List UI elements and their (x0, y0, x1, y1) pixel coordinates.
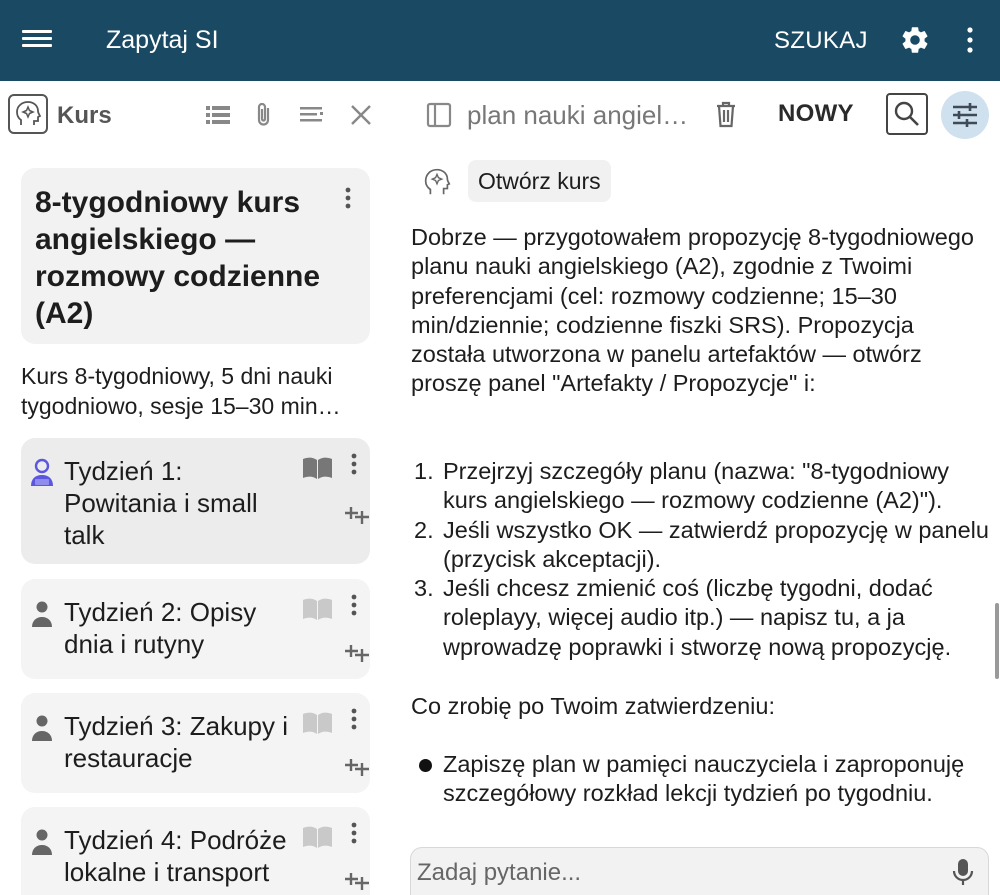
course-title-card[interactable]: 8-tygodniowy kurs angielskiego — rozmowy… (21, 168, 370, 344)
week-title: Tydzień 4: Podróże lokalne i transport (64, 825, 287, 887)
course-panel-title: Kurs (57, 102, 112, 129)
course-title: 8-tygodniowy kurs angielskiego — rozmowy… (35, 186, 321, 330)
add-subitem-icon[interactable] (343, 754, 371, 778)
search-icon (894, 101, 919, 126)
student-avatar-icon (32, 601, 52, 627)
question-input[interactable] (417, 856, 937, 890)
course-brain-icon (8, 94, 48, 134)
week-more-icon[interactable] (350, 593, 358, 617)
week-title: Tydzień 3: Zakupy i restauracje (64, 711, 288, 773)
paperclip-icon[interactable] (250, 101, 278, 129)
steps-list: 1. Przejrzyj szczegóły planu (nazwa: "8-t… (411, 457, 996, 662)
week-more-icon[interactable] (350, 821, 358, 845)
add-subitem-icon[interactable] (343, 868, 371, 892)
week-title: Tydzień 1: Powitania i small talk (64, 456, 258, 550)
week-card-1[interactable]: Tydzień 1: Powitania i small talk (21, 438, 370, 564)
book-icon[interactable] (301, 824, 334, 850)
course-description: Kurs 8-tygodniowy, 5 dni nauki tygodniow… (21, 363, 341, 419)
course-more-icon[interactable] (344, 186, 352, 210)
list-item: 3. Jeśli chcesz zmienić coś (liczbę tygod… (414, 575, 952, 660)
book-icon[interactable] (301, 710, 334, 736)
more-vert-icon[interactable] (960, 24, 980, 56)
hamburger-menu-icon[interactable] (22, 26, 52, 54)
close-icon[interactable] (347, 101, 375, 129)
add-subitem-icon[interactable] (343, 640, 371, 664)
tune-button[interactable] (941, 91, 989, 139)
book-icon[interactable] (301, 455, 334, 481)
microphone-icon[interactable] (951, 857, 975, 887)
course-panel-header: Kurs (0, 81, 390, 149)
assistant-message-heading: Co zrobię po Twoim zatwierdzeniu: (411, 693, 775, 719)
chat-search-button[interactable] (886, 93, 928, 135)
chat-scrollbar[interactable] (995, 603, 999, 679)
search-button[interactable]: SZUKAJ (774, 27, 868, 55)
sort-lines-icon[interactable] (298, 101, 326, 129)
ai-brain-icon (424, 168, 451, 195)
app-bar: Zapytaj SI SZUKAJ (0, 0, 1000, 81)
week-card-2[interactable]: Tydzień 2: Opisy dnia i rutyny (21, 579, 370, 679)
chat-input-box[interactable] (410, 847, 989, 895)
open-course-button[interactable]: Otwórz kurs (468, 160, 611, 202)
week-card-4[interactable]: Tydzień 4: Podróże lokalne i transport (21, 807, 370, 895)
list-item: Zapiszę plan w pamięci nauczyciela i zap… (411, 750, 981, 809)
student-avatar-icon (32, 715, 52, 741)
add-subitem-icon[interactable] (343, 502, 371, 526)
new-chat-button[interactable]: NOWY (778, 100, 854, 128)
list-item: 1. Przejrzyj szczegóły planu (nazwa: "8-t… (414, 458, 949, 514)
student-avatar-icon (31, 458, 53, 486)
week-card-3[interactable]: Tydzień 3: Zakupy i restauracje (21, 693, 370, 793)
list-item: 2. Jeśli wszystko OK — zatwierdź propozyc… (414, 516, 989, 572)
student-avatar-icon (32, 829, 52, 855)
gear-icon[interactable] (899, 24, 931, 56)
chat-title[interactable]: plan nauki angielskiego (467, 100, 699, 131)
app-title: Zapytaj SI (106, 26, 219, 54)
bullet-list: Zapiszę plan w pamięci nauczyciela i zap… (411, 750, 981, 809)
book-icon[interactable] (301, 596, 334, 622)
chat-header: plan nauki angielskiego NOWY (390, 81, 1000, 149)
week-more-icon[interactable] (350, 452, 358, 476)
assistant-message-intro: Dobrze — przygotowałem propozycję 8-tygo… (411, 224, 974, 397)
week-title: Tydzień 2: Opisy dnia i rutyny (64, 597, 257, 659)
tune-sliders-icon (953, 103, 977, 127)
side-panel-icon[interactable] (426, 101, 452, 129)
week-more-icon[interactable] (350, 707, 358, 731)
list-icon[interactable] (204, 101, 232, 129)
trash-icon[interactable] (714, 99, 738, 129)
